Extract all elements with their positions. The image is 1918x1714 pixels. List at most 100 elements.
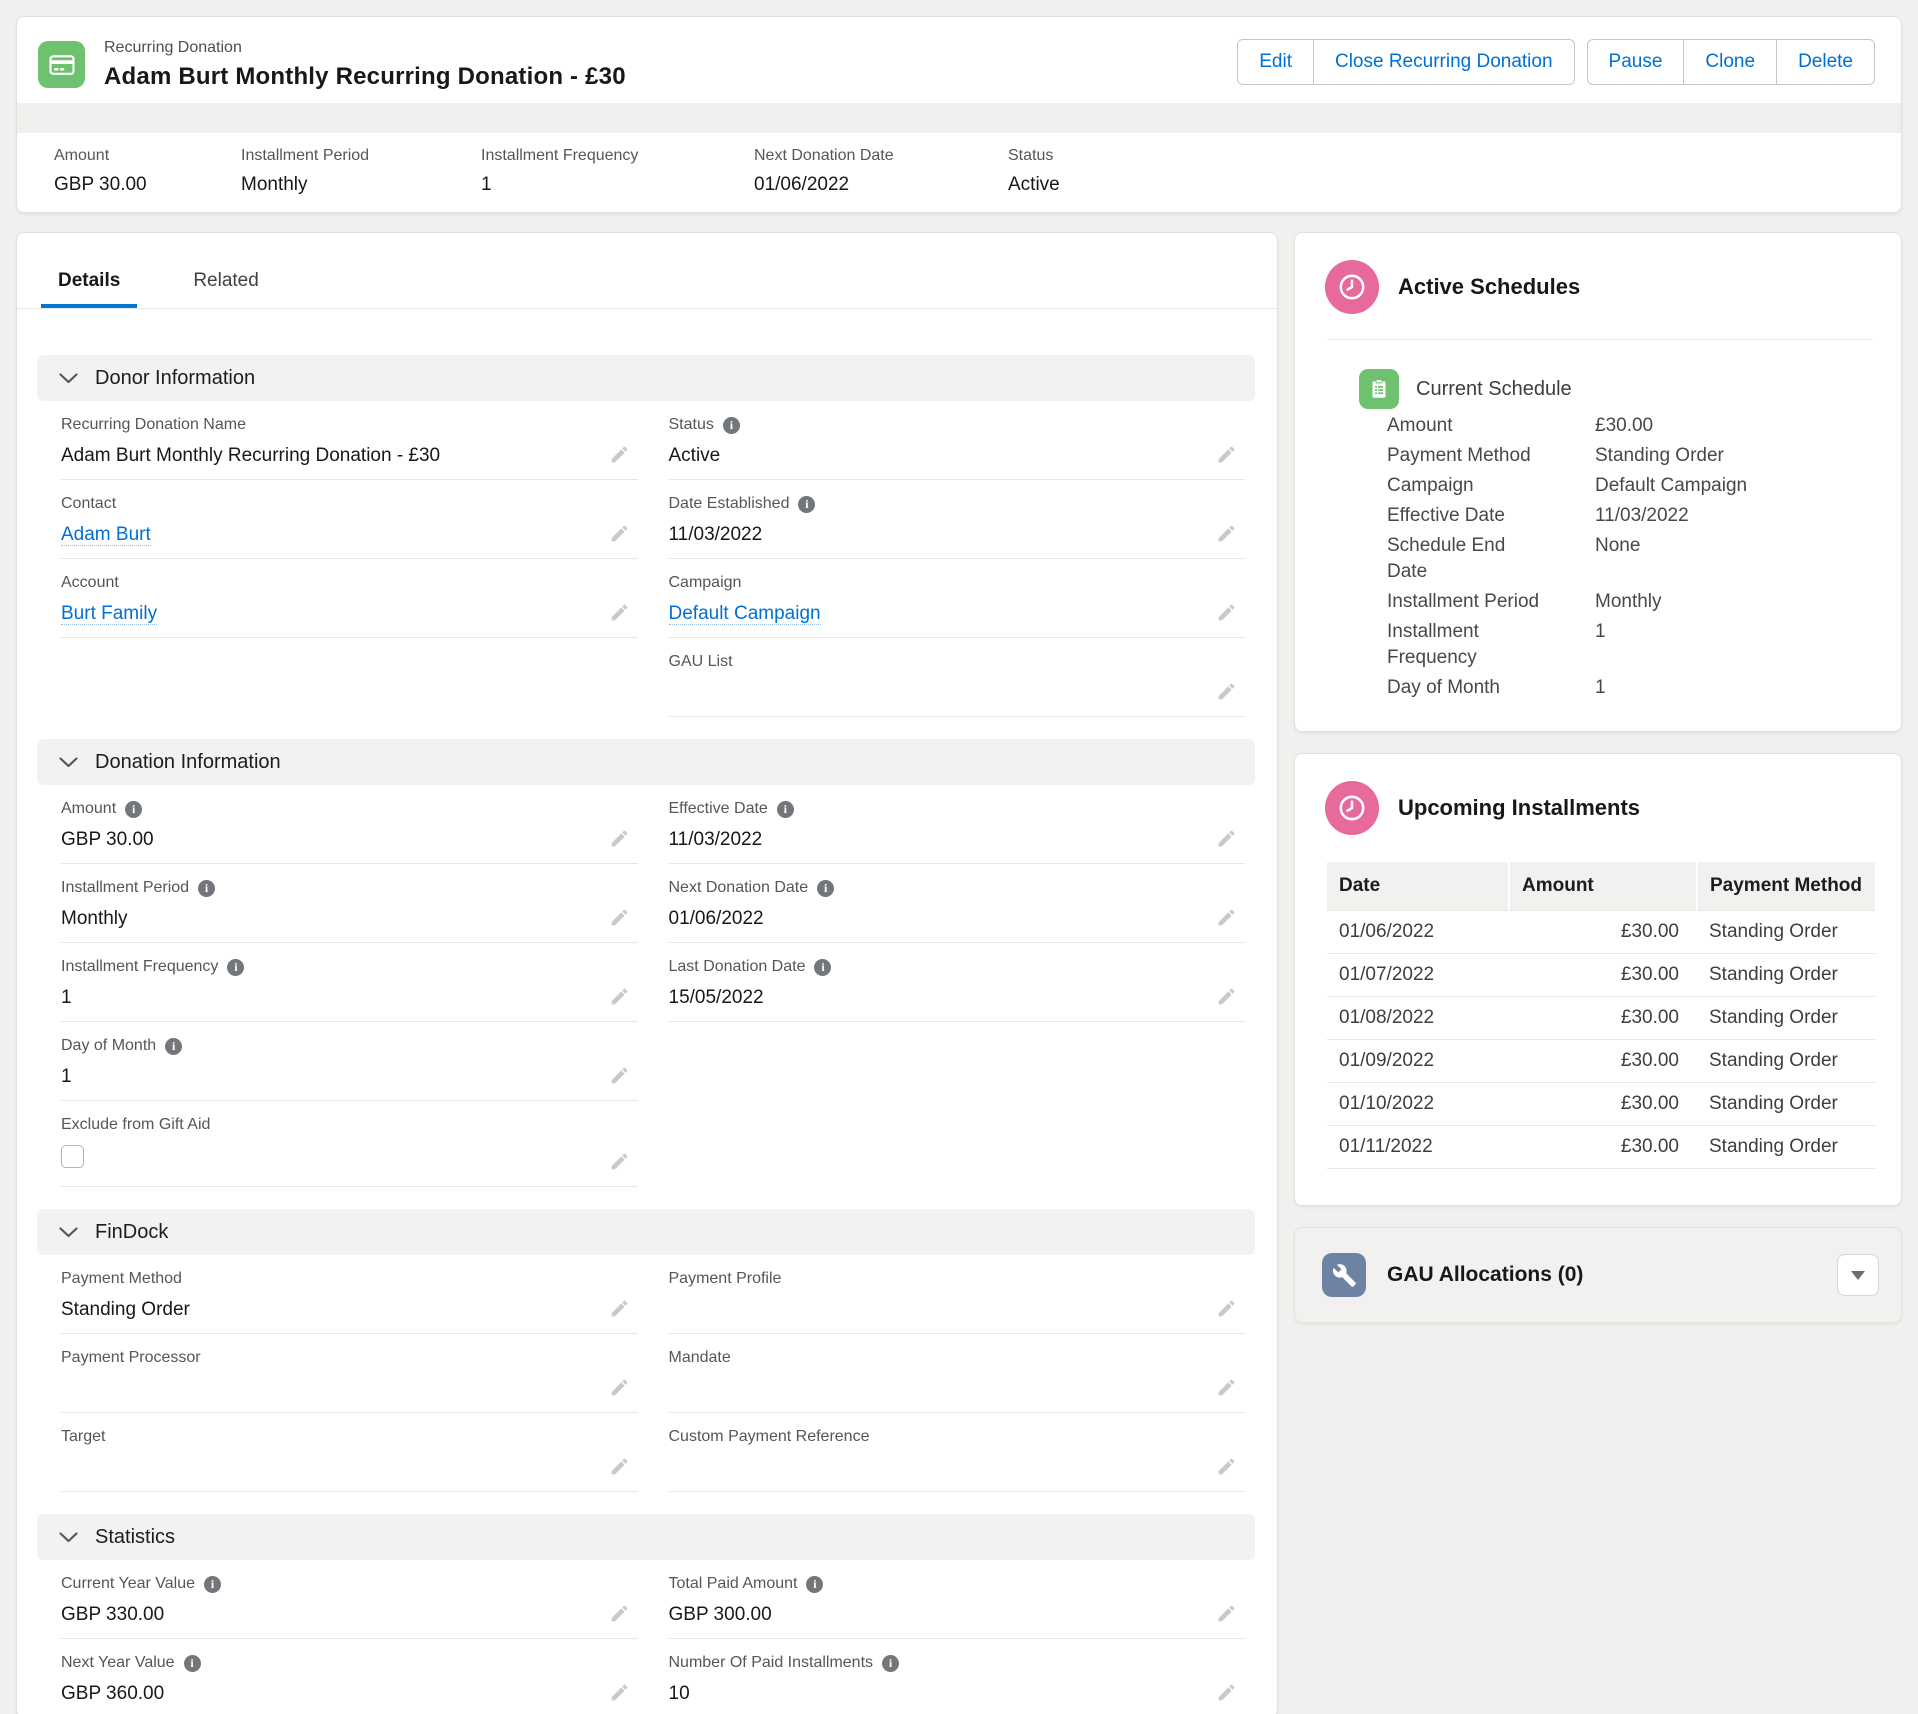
field-payment-profile: Payment Profile [669,1255,1246,1334]
close-recurring-donation-button[interactable]: Close Recurring Donation [1314,39,1575,85]
edit-pencil-icon[interactable] [609,986,630,1007]
edit-pencil-icon[interactable] [1216,1298,1237,1319]
edit-pencil-icon[interactable] [1216,1377,1237,1398]
chevron-down-icon [59,1532,78,1543]
field-campaign: Campaign Default Campaign [669,559,1246,638]
field-value: GBP 330.00 [61,1602,592,1628]
info-icon[interactable]: i [882,1655,899,1672]
field-label-text: Custom Payment Reference [669,1427,870,1447]
tab-details[interactable]: Details [41,269,137,308]
section-header-statistics[interactable]: Statistics [37,1514,1255,1560]
info-icon[interactable]: i [798,496,815,513]
installment-cell: £30.00 [1509,997,1697,1040]
highlight-value: Active [1008,174,1881,196]
field-label-text: GAU List [669,652,733,672]
recurring-donation-icon [38,41,85,88]
installment-cell: 01/08/2022 [1327,997,1509,1040]
field-label-text: Last Donation Date [669,957,806,977]
field-label: Statusi [669,415,1200,435]
edit-pencil-icon[interactable] [1216,1456,1237,1477]
edit-button[interactable]: Edit [1237,39,1314,85]
edit-pencil-icon[interactable] [609,1151,630,1172]
card-title: Active Schedules [1398,274,1580,300]
edit-pencil-icon[interactable] [609,907,630,928]
field-label: Contact [61,494,592,514]
edit-pencil-icon[interactable] [1216,444,1237,465]
info-icon[interactable]: i [198,880,215,897]
field-value [669,1297,1200,1323]
schedule-label: Day of Month [1387,675,1563,701]
field-installment-frequency: Installment Frequencyi1 [61,943,638,1022]
link-adam-burt[interactable]: Adam Burt [61,524,151,546]
field-label: Payment Method [61,1269,592,1289]
schedule-value: Monthly [1595,589,1877,615]
info-icon[interactable]: i [184,1655,201,1672]
record-header-card: Recurring Donation Adam Burt Monthly Rec… [16,16,1902,213]
field-label: Current Year Valuei [61,1574,592,1594]
info-icon[interactable]: i [817,880,834,897]
section-header-donor-information[interactable]: Donor Information [37,355,1255,401]
edit-pencil-icon[interactable] [609,1065,630,1086]
edit-pencil-icon[interactable] [609,828,630,849]
field-label-text: Next Donation Date [669,878,809,898]
info-icon[interactable]: i [165,1038,182,1055]
edit-pencil-icon[interactable] [1216,1682,1237,1703]
current-schedule-fields: Amount£30.00Payment MethodStanding Order… [1387,413,1877,701]
upcoming-installments-card: Upcoming Installments DateAmountPayment … [1294,753,1902,1206]
edit-pencil-icon[interactable] [1216,681,1237,702]
clone-button[interactable]: Clone [1684,39,1777,85]
info-icon[interactable]: i [777,801,794,818]
tab-related[interactable]: Related [176,269,276,308]
field-value [669,680,1200,706]
pause-button[interactable]: Pause [1587,39,1685,85]
section-header-donation-information[interactable]: Donation Information [37,739,1255,785]
info-icon[interactable]: i [125,801,142,818]
gau-dropdown-button[interactable] [1837,1254,1879,1296]
info-icon[interactable]: i [806,1576,823,1593]
edit-pencil-icon[interactable] [609,523,630,544]
edit-pencil-icon[interactable] [1216,523,1237,544]
field-custom-payment-reference: Custom Payment Reference [669,1413,1246,1492]
field-label: Next Donation Date i [669,878,1200,898]
link-default-campaign[interactable]: Default Campaign [669,603,821,625]
info-icon[interactable]: i [814,959,831,976]
field-value: 1 [61,1064,592,1090]
edit-pencil-icon[interactable] [609,1682,630,1703]
edit-pencil-icon[interactable] [1216,602,1237,623]
active-schedules-header: Active Schedules [1295,233,1901,314]
field-value: GBP 30.00 [61,827,592,853]
installment-cell: £30.00 [1509,1040,1697,1083]
edit-pencil-icon[interactable] [1216,1603,1237,1624]
info-icon[interactable]: i [204,1576,221,1593]
installment-row: 01/09/2022£30.00Standing Order [1327,1040,1875,1083]
field-label: Recurring Donation Name [61,415,592,435]
edit-pencil-icon[interactable] [1216,907,1237,928]
info-icon[interactable]: i [723,417,740,434]
edit-pencil-icon[interactable] [609,1377,630,1398]
field-label: Campaign [669,573,1200,593]
edit-pencil-icon[interactable] [609,1298,630,1319]
checkbox-exclude-from-gift-aid[interactable] [61,1145,84,1168]
link-burt-family[interactable]: Burt Family [61,603,157,625]
installment-cell: 01/09/2022 [1327,1040,1509,1083]
edit-pencil-icon[interactable] [609,1603,630,1624]
info-icon[interactable]: i [227,959,244,976]
edit-pencil-icon[interactable] [609,1456,630,1477]
empty-cell [61,638,638,717]
field-label: Date Establishedi [669,494,1200,514]
edit-pencil-icon[interactable] [609,602,630,623]
highlight-label: Installment Period [241,146,481,165]
field-label: Day of Monthi [61,1036,592,1056]
edit-pencil-icon[interactable] [1216,986,1237,1007]
field-value: Standing Order [61,1297,592,1323]
schedule-value: 11/03/2022 [1595,503,1877,529]
section-header-findock[interactable]: FinDock [37,1209,1255,1255]
delete-button[interactable]: Delete [1777,39,1875,85]
edit-pencil-icon[interactable] [1216,828,1237,849]
field-label: Exclude from Gift Aid [61,1115,592,1135]
main-content: Details Related Donor Information Recurrin… [16,232,1902,1714]
edit-pencil-icon[interactable] [609,444,630,465]
field-label-text: Installment Period [61,878,189,898]
field-grid: AmountiGBP 30.00Effective Datei11/03/202… [61,785,1245,1187]
highlight-value: Monthly [241,174,481,196]
